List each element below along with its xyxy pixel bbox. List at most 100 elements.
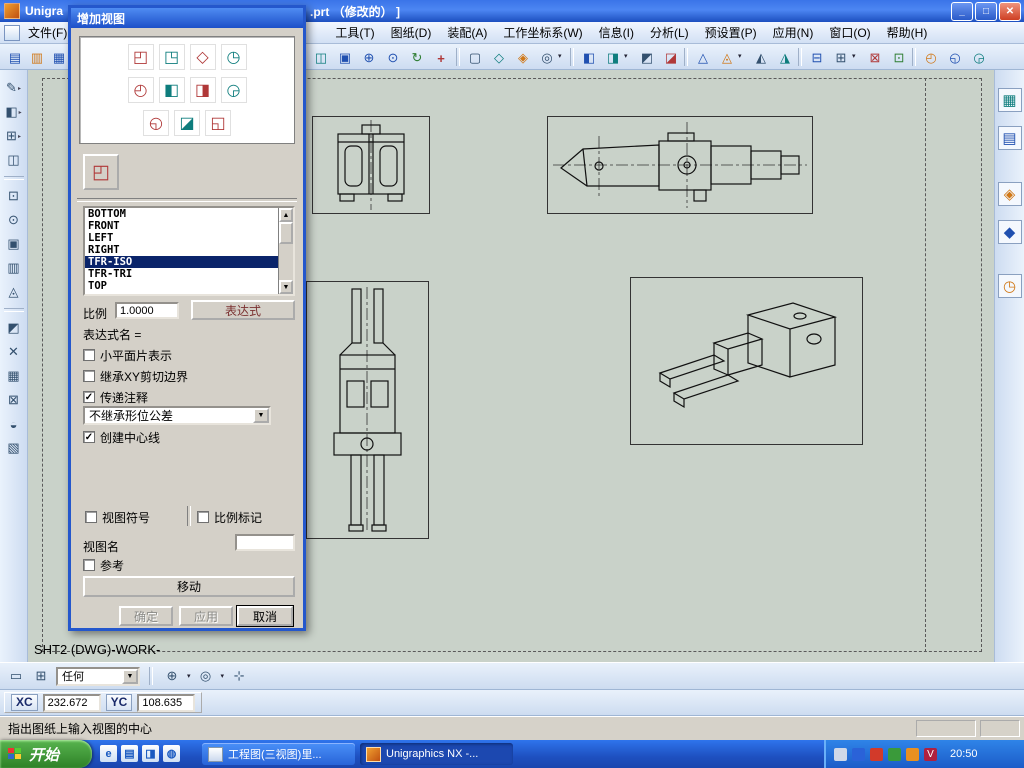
menu-wcs[interactable]: 工作坐标系(W) [495,22,590,43]
scroll-down-icon[interactable] [279,280,293,294]
dropdown-arrow-icon[interactable]: ▾ [558,52,562,60]
left-tool-icon[interactable]: ◩ [4,318,24,338]
selection-tool-icon[interactable]: ▭ [6,666,26,686]
maximize-button[interactable]: □ [975,2,997,21]
reference-checkbox[interactable]: 参考 [83,558,124,573]
scrollbar[interactable] [278,208,293,294]
inherit-xy-clip-checkbox[interactable]: 继承XY剪切边界 [83,369,188,384]
dropdown-arrow-icon[interactable]: ▾ [187,672,191,680]
view-type-icon[interactable]: ◶ [220,77,247,103]
task-button[interactable]: 工程图(三视图)里... [202,743,355,765]
toolbar-icon[interactable]: ⊠ [864,47,886,69]
ok-button[interactable]: 确定 [119,606,173,626]
save-icon[interactable]: ▦ [48,47,70,69]
clock-icon[interactable]: ◷ [997,274,1022,298]
toolbar-icon[interactable]: ◶ [968,47,990,69]
pan-icon[interactable]: + [430,47,452,69]
quick-launch-icon[interactable]: ◍ [163,745,180,762]
view-type-icon[interactable]: ◪ [174,110,200,136]
drawing-view-side[interactable] [547,116,813,214]
left-tool-icon[interactable]: ✕ [4,342,24,362]
dropdown-arrow-icon[interactable]: ▾ [624,52,628,60]
left-tool-icon[interactable]: ✎ ▸ [4,78,24,98]
cancel-button[interactable]: 取消 [237,606,293,626]
faceted-rep-checkbox[interactable]: 小平面片表示 [83,348,172,363]
quick-launch-icon[interactable]: e [100,745,117,762]
scale-input[interactable]: 1.0000 [115,302,179,319]
left-tool-icon[interactable]: ◧ ▸ [4,102,24,122]
right-tool-icon[interactable]: ◆ [997,220,1022,244]
view-type-icon[interactable]: ◷ [220,44,247,70]
minimize-button[interactable]: _ [951,2,973,21]
view-symbol-checkbox[interactable]: 视图符号 [85,510,150,525]
zoom-icon[interactable]: ⊙ [382,47,404,69]
start-button[interactable]: 开始 [0,740,92,768]
left-tool-icon[interactable]: ⊞ ▸ [4,126,24,146]
toolbar-icon[interactable]: ◴ [920,47,942,69]
view-type-icon[interactable]: ◧ [158,77,185,103]
toolbar-icon[interactable]: ◨ [602,47,624,69]
yc-input[interactable]: 108.635 [137,693,196,712]
left-tool-icon[interactable]: ▥ [4,258,24,278]
toolbar-icon[interactable]: ⊞ [830,47,852,69]
dropdown-arrow-icon[interactable] [253,408,269,423]
view-name-input[interactable] [235,534,295,551]
drawing-view-isometric[interactable] [630,277,863,445]
drawing-view-front[interactable] [312,116,430,214]
left-tool-icon[interactable]: ◫ [4,150,24,170]
apply-button[interactable]: 应用 [179,606,233,626]
left-tool-icon[interactable]: ▧ [4,438,24,458]
view-type-icon[interactable]: ◴ [127,77,154,103]
expression-button[interactable]: 表达式 [191,300,295,320]
refresh-icon[interactable]: ↻ [406,47,428,69]
selection-filter-combo[interactable]: 任何 [56,666,140,686]
toolbar-icon[interactable]: ◫ [310,47,332,69]
view-type-icon[interactable]: ◱ [205,110,231,136]
drawing-view-top[interactable] [306,281,429,539]
toolbar-icon[interactable]: ◮ [774,47,796,69]
tray-icon[interactable]: V [924,747,937,761]
snap-tool-icon[interactable]: ⊹ [229,666,249,686]
view-type-icon[interactable]: ◳ [158,44,185,70]
dropdown-arrow-icon[interactable]: ▾ [221,672,225,680]
dropdown-arrow-icon[interactable]: ▾ [852,52,856,60]
toolbar-icon[interactable]: ◪ [660,47,682,69]
menu-preferences[interactable]: 预设置(P) [697,22,765,43]
dialog-titlebar[interactable]: 增加视图 [71,8,303,28]
toolbar-icon[interactable]: ▣ [334,47,356,69]
tray-icon[interactable] [852,747,865,761]
menu-information[interactable]: 信息(I) [591,22,642,43]
menu-window[interactable]: 窗口(O) [821,22,878,43]
create-centerline-checkbox[interactable]: 创建中心线 [83,430,160,445]
toolbar-icon[interactable]: ◵ [944,47,966,69]
menu-drawing[interactable]: 图纸(D) [383,22,440,43]
flyout-arrow-icon[interactable]: ▸ [19,109,22,116]
dropdown-arrow-icon[interactable] [122,668,138,684]
tolerance-dropdown[interactable]: 不继承形位公差 [83,406,271,425]
right-tool-icon[interactable]: ▤ [997,126,1022,150]
view-list-item[interactable]: BOTTOM [85,208,293,220]
toolbar-icon[interactable]: ◎ [536,47,558,69]
tray-icon[interactable] [888,747,901,761]
view-list-item[interactable]: RIGHT [85,244,293,256]
menu-assemblies[interactable]: 装配(A) [439,22,495,43]
view-list-item[interactable]: TFR-TRI [85,268,293,280]
left-tool-icon[interactable]: ⊙ [4,210,24,230]
xc-input[interactable]: 232.672 [42,693,101,712]
close-button[interactable]: ✕ [999,2,1021,21]
toolbar-icon[interactable]: ◩ [636,47,658,69]
toolbar-icon[interactable]: ◧ [578,47,600,69]
toolbar-icon[interactable]: ◈ [512,47,534,69]
quick-launch-icon[interactable]: ▤ [121,745,138,762]
tray-icon[interactable] [906,747,919,761]
scrollbar-thumb[interactable] [279,222,293,244]
right-tool-icon[interactable]: ◈ [997,182,1022,206]
tray-icon[interactable] [870,747,883,761]
quick-launch-icon[interactable]: ◨ [142,745,159,762]
view-type-icon[interactable]: ◇ [189,44,216,70]
menu-analysis[interactable]: 分析(L) [642,22,697,43]
toolbar-icon[interactable]: ◇ [488,47,510,69]
task-button-active[interactable]: Unigraphics NX -... [360,743,513,765]
view-type-icon[interactable]: ◵ [143,110,169,136]
view-type-icon[interactable]: ◰ [127,44,154,70]
